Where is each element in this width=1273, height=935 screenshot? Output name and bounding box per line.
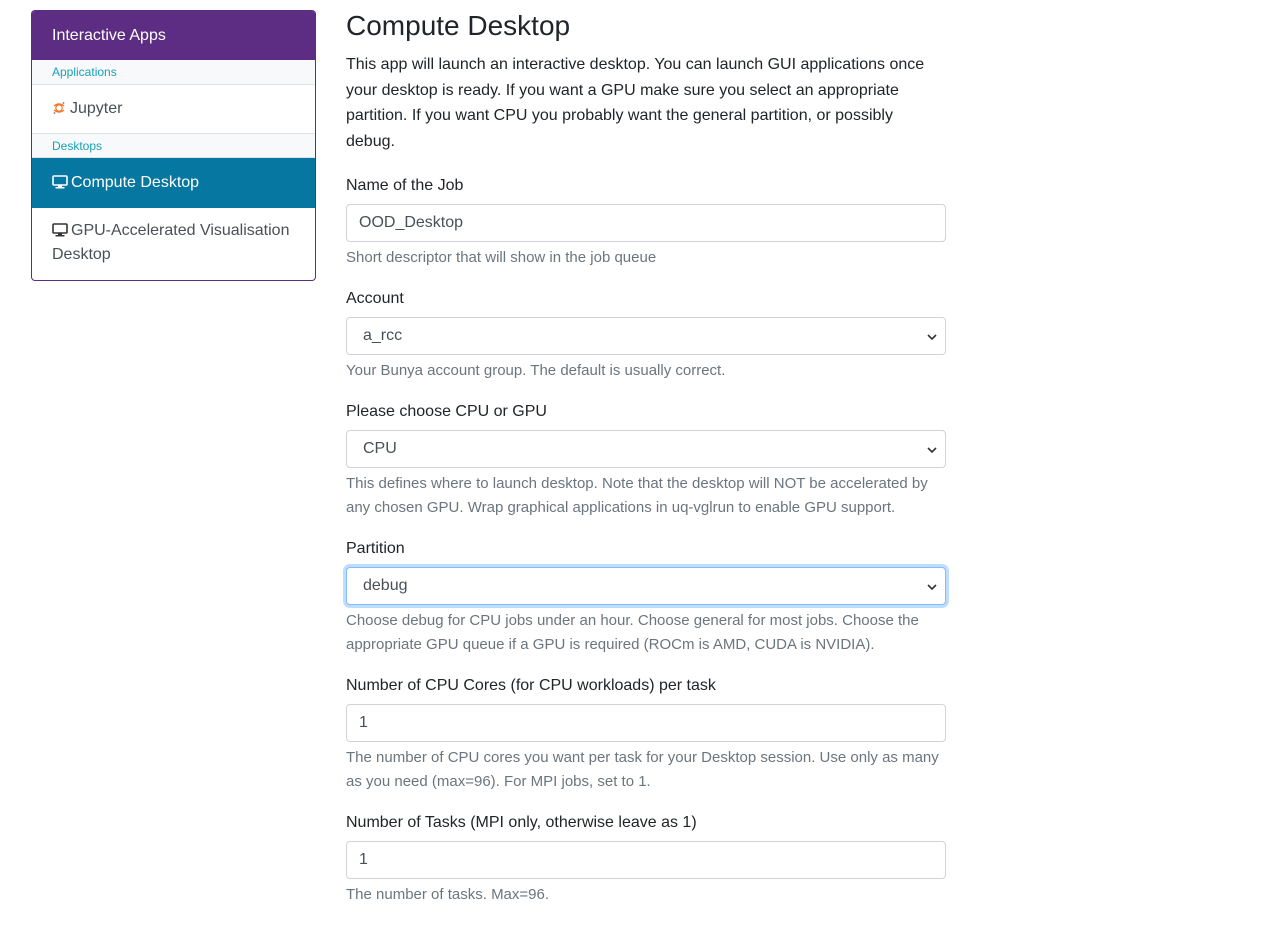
chevron-down-icon	[927, 584, 937, 591]
partition-selected-value: debug	[363, 577, 408, 594]
desktop-icon	[52, 223, 68, 237]
cpu-gpu-selected-value: CPU	[363, 440, 397, 457]
app-description: This app will launch an interactive desk…	[346, 56, 925, 150]
cpu-cores-label: Number of CPU Cores (for CPU workloads) …	[346, 677, 716, 694]
tasks-group: Number of Tasks (MPI only, otherwise lea…	[346, 811, 946, 907]
account-select[interactable]: a_rcc	[346, 317, 946, 355]
cpu-cores-input[interactable]	[346, 704, 946, 742]
sidebar-item-compute-desktop[interactable]: Compute Desktop	[32, 158, 315, 208]
partition-select[interactable]: debug	[346, 567, 946, 605]
job-name-input[interactable]	[346, 204, 946, 242]
tasks-input[interactable]	[346, 841, 946, 879]
job-name-label: Name of the Job	[346, 177, 464, 194]
partition-group: Partition debug Choose debug for CPU job…	[346, 537, 946, 657]
partition-label: Partition	[346, 540, 405, 557]
account-help: Your Bunya account group. The default is…	[346, 362, 726, 379]
interactive-apps-sidebar: Interactive Apps Applications Jupyter De…	[31, 10, 316, 281]
cpu-cores-help: The number of CPU cores you want per tas…	[346, 749, 939, 790]
sidebar-header: Interactive Apps	[32, 11, 315, 60]
job-name-group: Name of the Job Short descriptor that wi…	[346, 174, 946, 270]
cpu-gpu-label: Please choose CPU or GPU	[346, 403, 547, 420]
account-group: Account a_rcc Your Bunya account group. …	[346, 287, 946, 383]
page-title: Compute Desktop	[346, 10, 571, 41]
cpu-cores-group: Number of CPU Cores (for CPU workloads) …	[346, 674, 946, 794]
cpu-gpu-group: Please choose CPU or GPU CPU This define…	[346, 400, 946, 520]
account-label: Account	[346, 290, 404, 307]
tasks-help: The number of tasks. Max=96.	[346, 886, 550, 903]
sidebar-item-gpu-desktop[interactable]: GPU-Accelerated Visualisation Desktop	[32, 208, 315, 280]
account-selected-value: a_rcc	[363, 327, 403, 344]
app-form: Compute Desktop This app will launch an …	[346, 0, 946, 907]
jupyter-icon	[53, 102, 65, 114]
sidebar-item-label: GPU-Accelerated Visualisation Desktop	[52, 222, 290, 263]
tasks-label: Number of Tasks (MPI only, otherwise lea…	[346, 814, 697, 831]
sidebar-section-desktops: Desktops	[32, 133, 315, 158]
cpu-gpu-select[interactable]: CPU	[346, 430, 946, 468]
job-name-help: Short descriptor that will show in the j…	[346, 249, 657, 266]
partition-help: Choose debug for CPU jobs under an hour.…	[346, 612, 919, 653]
chevron-down-icon	[927, 334, 937, 341]
chevron-down-icon	[927, 447, 937, 454]
sidebar-section-applications: Applications	[32, 60, 315, 85]
cpu-gpu-help: This defines where to launch desktop. No…	[346, 475, 928, 516]
sidebar-item-label: Jupyter	[70, 100, 123, 117]
desktop-icon	[52, 175, 68, 189]
sidebar-item-label: Compute Desktop	[71, 174, 200, 191]
sidebar-item-jupyter[interactable]: Jupyter	[32, 85, 315, 133]
